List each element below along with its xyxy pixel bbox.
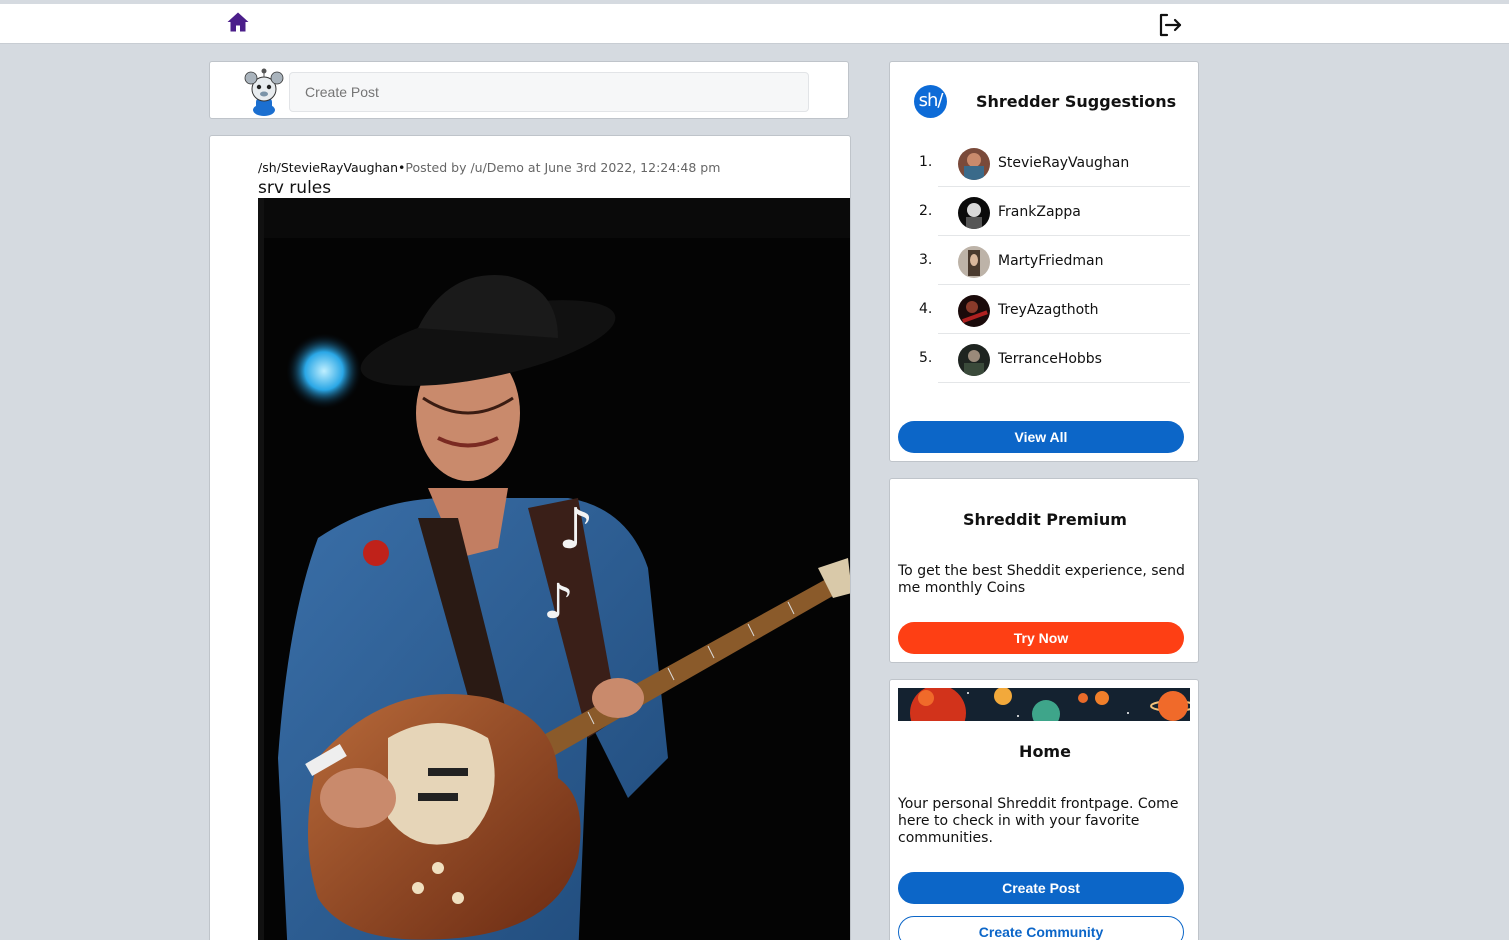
suggestion-item[interactable]: 1. StevieRayVaughan bbox=[890, 138, 1200, 187]
post-author-timestamp: Posted by /u/Demo at June 3rd 2022, 12:2… bbox=[405, 160, 721, 175]
suggestion-name[interactable]: TreyAzagthoth bbox=[998, 302, 1099, 318]
create-post-bar bbox=[209, 61, 849, 119]
suggestion-rank: 3. bbox=[919, 252, 933, 268]
home-icon bbox=[227, 12, 249, 32]
post-title[interactable]: srv rules bbox=[258, 178, 331, 198]
suggestions-list: 1. StevieRayVaughan 2. FrankZappa 3. Mar… bbox=[890, 138, 1200, 383]
suggestion-rank: 2. bbox=[919, 203, 933, 219]
try-now-button[interactable]: Try Now bbox=[898, 622, 1184, 654]
suggestion-rank: 1. bbox=[919, 154, 933, 170]
svg-text:♪: ♪ bbox=[543, 574, 574, 630]
premium-title: Shreddit Premium bbox=[963, 510, 1127, 529]
shreddit-premium-card: Shreddit Premium To get the best Sheddit… bbox=[889, 478, 1199, 663]
suggestion-item[interactable]: 2. FrankZappa bbox=[890, 187, 1200, 236]
suggestions-title: Shredder Suggestions bbox=[976, 92, 1177, 111]
planets-banner bbox=[898, 688, 1190, 721]
view-all-button[interactable]: View All bbox=[898, 421, 1184, 453]
suggestion-name[interactable]: TerranceHobbs bbox=[998, 351, 1102, 367]
suggestion-item[interactable]: 5. TerranceHobbs bbox=[890, 334, 1200, 383]
community-avatar bbox=[958, 344, 990, 376]
post-image[interactable]: ♪ ♪ bbox=[258, 198, 850, 940]
create-post-input[interactable] bbox=[289, 72, 809, 112]
home-card-title: Home bbox=[1019, 742, 1071, 761]
community-avatar bbox=[958, 246, 990, 278]
post-card[interactable]: /sh/StevieRayVaughan•Posted by /u/Demo a… bbox=[209, 135, 851, 940]
community-avatar bbox=[958, 295, 990, 327]
suggestion-name[interactable]: FrankZappa bbox=[998, 204, 1081, 220]
logout-button[interactable] bbox=[1157, 12, 1183, 38]
suggestion-name[interactable]: StevieRayVaughan bbox=[998, 155, 1129, 171]
post-subreddit-link[interactable]: /sh/StevieRayVaughan bbox=[258, 160, 398, 175]
create-post-button[interactable]: Create Post bbox=[898, 872, 1184, 904]
home-info-card: Home Your personal Shreddit frontpage. C… bbox=[889, 679, 1199, 940]
create-community-button[interactable]: Create Community bbox=[898, 916, 1184, 940]
post-meta: /sh/StevieRayVaughan•Posted by /u/Demo a… bbox=[258, 160, 720, 175]
premium-description: To get the best Sheddit experience, send… bbox=[898, 563, 1185, 596]
suggestion-name[interactable]: MartyFriedman bbox=[998, 253, 1103, 269]
suggestion-rank: 5. bbox=[919, 350, 933, 366]
suggestion-item[interactable]: 4. TreyAzagthoth bbox=[890, 285, 1200, 334]
home-card-description: Your personal Shreddit frontpage. Come h… bbox=[898, 796, 1179, 846]
logout-icon bbox=[1159, 13, 1182, 37]
shreddit-logo: sh/ bbox=[914, 85, 947, 118]
suggestion-item[interactable]: 3. MartyFriedman bbox=[890, 236, 1200, 285]
community-avatar bbox=[958, 148, 990, 180]
svg-text:♪: ♪ bbox=[558, 497, 594, 562]
home-button[interactable] bbox=[226, 10, 250, 34]
top-navbar bbox=[0, 4, 1509, 44]
suggestion-rank: 4. bbox=[919, 301, 933, 317]
shredder-suggestions-card: sh/ Shredder Suggestions 1. StevieRayVau… bbox=[889, 61, 1199, 462]
community-avatar bbox=[958, 197, 990, 229]
divider bbox=[938, 382, 1190, 383]
guitarist-photo: ♪ ♪ bbox=[258, 198, 850, 940]
snoo-avatar-icon[interactable] bbox=[244, 68, 284, 116]
